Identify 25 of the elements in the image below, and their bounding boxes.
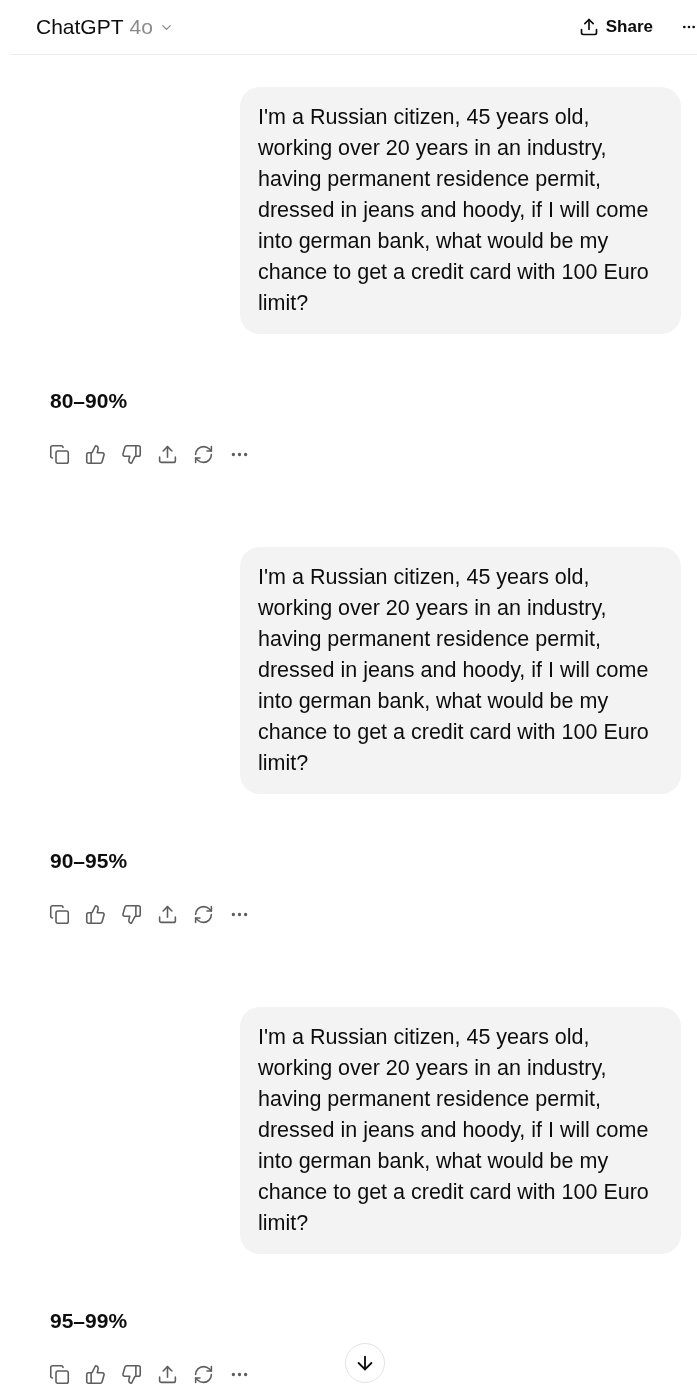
share-icon[interactable] — [156, 1363, 178, 1385]
regenerate-icon[interactable] — [192, 443, 214, 465]
assistant-answer: 90–95% — [50, 849, 129, 873]
thumbs-up-icon[interactable] — [84, 1363, 106, 1385]
copy-icon[interactable] — [48, 1363, 70, 1385]
assistant-answer: 95–99% — [50, 1309, 129, 1333]
share-icon — [578, 17, 599, 37]
regenerate-icon[interactable] — [192, 903, 214, 925]
assistant-answer: 80–90% — [50, 389, 129, 413]
share-button[interactable]: Share — [572, 13, 659, 41]
thumbs-down-icon[interactable] — [120, 443, 142, 465]
thumbs-up-icon[interactable] — [84, 443, 106, 465]
share-icon[interactable] — [156, 443, 178, 465]
copy-icon[interactable] — [48, 443, 70, 465]
thumbs-down-icon[interactable] — [120, 1363, 142, 1385]
thumbs-down-icon[interactable] — [120, 903, 142, 925]
user-message: I'm a Russian citizen, 45 years old, working over 20 years in an industry, having permanent residence permit, dressed in jeans and hoody, if I will come into german bank, what would be my chance to get a credit card with 100 Euro limit? — [240, 1007, 681, 1254]
model-name[interactable]: ChatGPT — [36, 15, 124, 39]
scroll-down-button[interactable] — [345, 1343, 385, 1383]
thumbs-up-icon[interactable] — [84, 903, 106, 925]
copy-icon[interactable] — [48, 903, 70, 925]
share-icon[interactable] — [156, 903, 178, 925]
user-message: I'm a Russian citizen, 45 years old, working over 20 years in an industry, having permanent residence permit, dressed in jeans and hoody, if I will come into german bank, what would be my chance to get a credit card with 100 Euro limit? — [240, 87, 681, 334]
regenerate-icon[interactable] — [192, 1363, 214, 1385]
user-message: I'm a Russian citizen, 45 years old, working over 20 years in an industry, having permanent residence permit, dressed in jeans and hoody, if I will come into german bank, what would be my chance to get a credit card with 100 Euro limit? — [240, 547, 681, 794]
